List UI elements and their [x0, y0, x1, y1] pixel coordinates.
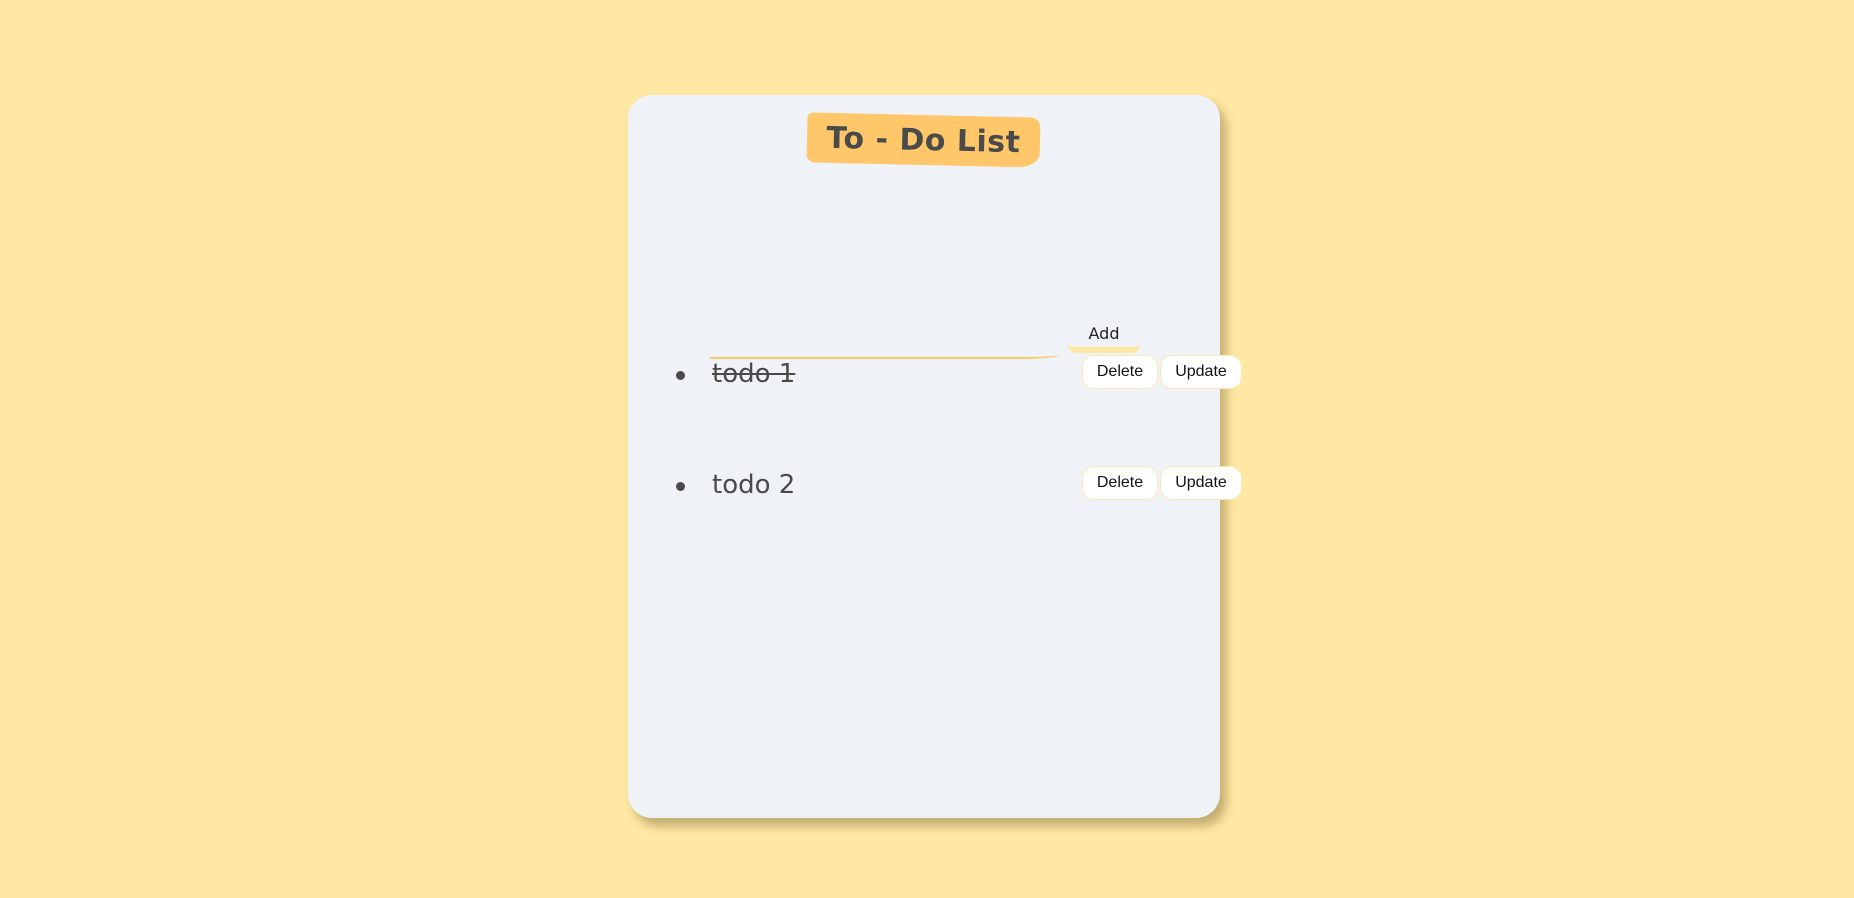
delete-button[interactable]: Delete: [1082, 355, 1158, 389]
list-item: todo 2 Delete Update: [676, 466, 1242, 506]
todo-text[interactable]: todo 1: [712, 359, 795, 389]
bullet-icon: [676, 482, 685, 491]
title-banner: To - Do List: [806, 112, 1041, 168]
update-button[interactable]: Update: [1160, 355, 1242, 389]
page-title: To - Do List: [826, 120, 1021, 160]
todo-input[interactable]: [710, 323, 1060, 359]
add-button[interactable]: Add: [1068, 319, 1140, 353]
update-button[interactable]: Update: [1160, 466, 1242, 500]
delete-button[interactable]: Delete: [1082, 466, 1158, 500]
list-item: todo 1 Delete Update: [676, 355, 1242, 395]
todo-card: To - Do List Add todo 1 Delete Update to…: [628, 95, 1242, 818]
bullet-icon: [676, 371, 685, 380]
todo-text[interactable]: todo 2: [712, 470, 795, 500]
